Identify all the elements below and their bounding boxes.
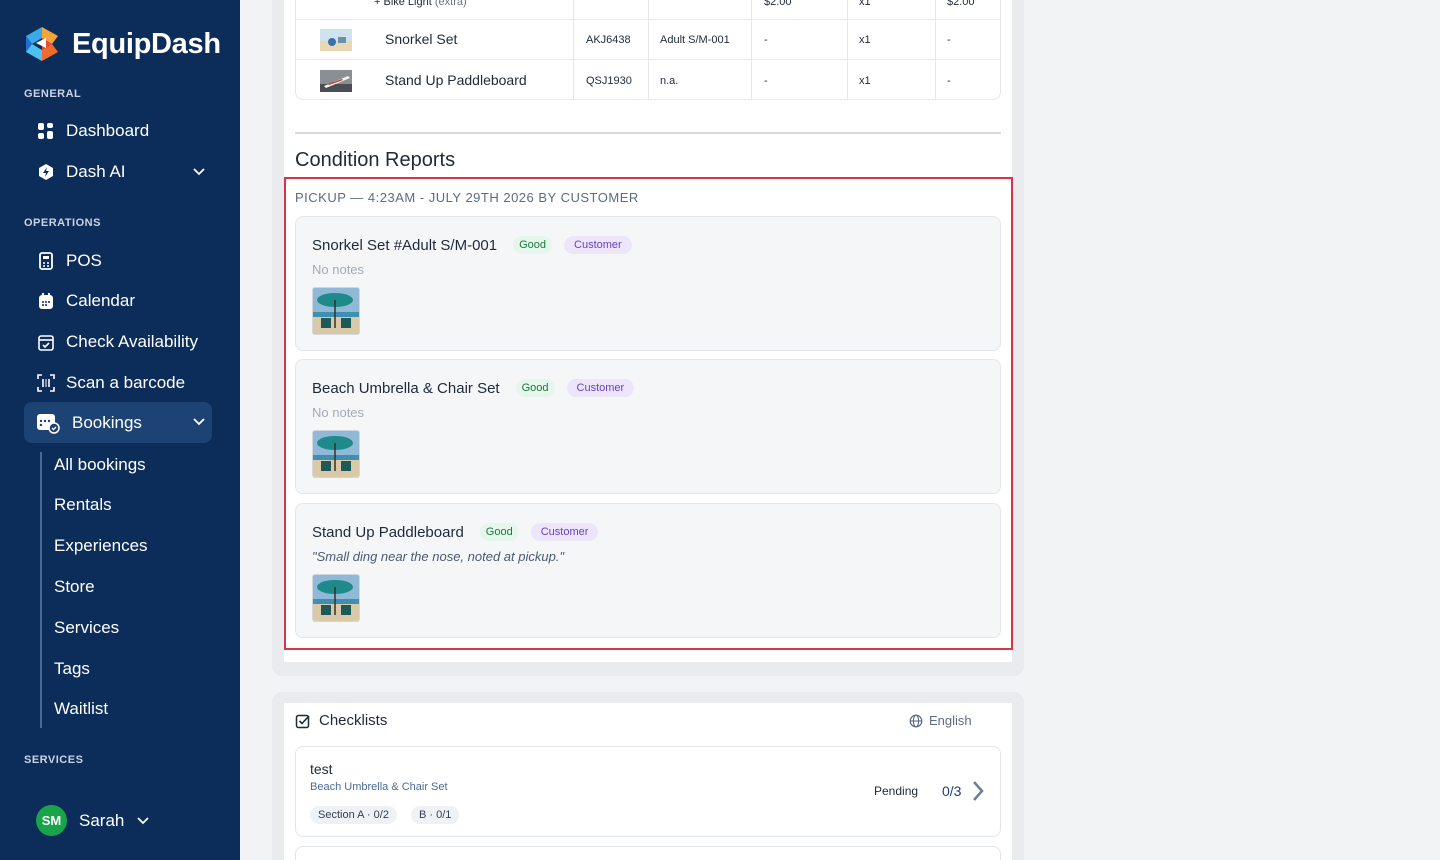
condition-badge: Good bbox=[513, 236, 553, 254]
report-title: Beach Umbrella & Chair Set bbox=[312, 379, 500, 397]
extra-item-qty: x1 bbox=[859, 0, 871, 8]
user-menu[interactable]: SM Sarah bbox=[36, 805, 150, 836]
avatar: SM bbox=[36, 805, 67, 836]
condition-report-card: Stand Up Paddleboard Good Customer "Smal… bbox=[295, 503, 1001, 638]
pos-terminal-icon bbox=[36, 251, 56, 271]
chevron-right-icon[interactable] bbox=[971, 779, 985, 807]
report-title: Snorkel Set #Adult S/M-001 bbox=[312, 236, 498, 254]
item-name: Stand Up Paddleboard bbox=[385, 72, 527, 88]
sub-experiences[interactable]: Experiences bbox=[54, 536, 148, 556]
submenu-line bbox=[40, 452, 42, 728]
condition-badge: Good bbox=[479, 523, 519, 541]
report-title: Stand Up Paddleboard bbox=[312, 523, 464, 541]
barcode-scan-icon bbox=[36, 373, 56, 393]
extra-item-total: $2.00 bbox=[947, 0, 975, 8]
item-code: AKJ6438 bbox=[586, 34, 631, 46]
item-variant: n.a. bbox=[660, 75, 679, 87]
nav-bookings[interactable]: Bookings bbox=[24, 402, 212, 443]
item-price: - bbox=[764, 34, 768, 46]
nav-dash-ai-label: Dash AI bbox=[66, 162, 126, 181]
reporter-badge: Customer bbox=[566, 379, 635, 397]
condition-report-card: Beach Umbrella & Chair Set Good Customer… bbox=[295, 359, 1001, 494]
checklist-section-pill: Section A · 0/2 bbox=[310, 806, 397, 824]
nav-calendar[interactable]: Calendar bbox=[24, 281, 212, 321]
nav-scan-barcode[interactable]: Scan a barcode bbox=[24, 363, 212, 403]
checklist-section-pill: B · 0/1 bbox=[411, 806, 460, 824]
nav-dashboard[interactable]: Dashboard bbox=[24, 111, 212, 151]
paddleboard-thumbnail bbox=[320, 70, 352, 92]
checklist-product: Beach Umbrella & Chair Set bbox=[310, 781, 448, 793]
checklists-title: Checklists bbox=[319, 712, 388, 729]
report-photo[interactable] bbox=[312, 430, 360, 478]
checklist-name: test bbox=[310, 761, 333, 777]
item-name: Snorkel Set bbox=[385, 31, 458, 47]
nav-dashboard-label: Dashboard bbox=[66, 121, 150, 140]
checklist-status: Pending bbox=[874, 784, 919, 798]
sub-tags[interactable]: Tags bbox=[54, 659, 90, 679]
user-name: Sarah bbox=[79, 810, 125, 830]
report-notes: No notes bbox=[312, 262, 365, 277]
report-photo[interactable] bbox=[312, 574, 360, 622]
extra-item-price: $2.00 bbox=[764, 0, 792, 8]
chevron-down-icon[interactable] bbox=[192, 164, 206, 184]
section-general: GENERAL bbox=[24, 88, 82, 100]
item-qty: x1 bbox=[859, 34, 871, 46]
equipdash-logo-icon bbox=[24, 26, 60, 62]
calendar-check-icon bbox=[36, 332, 56, 352]
calendar-icon bbox=[36, 291, 56, 311]
checklist-item[interactable] bbox=[295, 846, 1001, 860]
checklists-header: Checklists bbox=[295, 712, 387, 729]
section-operations: OPERATIONS bbox=[24, 217, 101, 229]
nav-pos-label: POS bbox=[66, 251, 102, 270]
extra-item-name: + Bike Light bbox=[374, 0, 432, 8]
extra-item-tag: (extra) bbox=[434, 0, 467, 8]
report-photo[interactable] bbox=[312, 287, 360, 335]
language-selector[interactable]: English bbox=[909, 713, 972, 728]
checklist-item[interactable]: test Beach Umbrella & Chair Set Section … bbox=[295, 746, 1001, 837]
item-total: - bbox=[947, 75, 951, 87]
globe-icon bbox=[909, 714, 923, 728]
report-notes: "Small ding near the nose, noted at pick… bbox=[312, 549, 565, 564]
report-notes: No notes bbox=[312, 405, 365, 420]
sub-waitlist[interactable]: Waitlist bbox=[54, 699, 108, 719]
section-divider bbox=[295, 132, 1001, 134]
nav-calendar-label: Calendar bbox=[66, 291, 135, 310]
nav-scan-barcode-label: Scan a barcode bbox=[66, 373, 186, 392]
condition-badge: Good bbox=[515, 379, 555, 397]
grid-icon bbox=[36, 121, 56, 141]
nav-bookings-label: Bookings bbox=[72, 412, 142, 432]
snorkel-set-thumbnail bbox=[320, 29, 352, 51]
ai-shield-icon bbox=[36, 162, 56, 182]
item-qty: x1 bbox=[859, 75, 871, 87]
condition-report-card: Snorkel Set #Adult S/M-001 Good Customer… bbox=[295, 216, 1001, 351]
item-total: - bbox=[947, 34, 951, 46]
nav-pos[interactable]: POS bbox=[24, 241, 212, 281]
chevron-down-icon[interactable] bbox=[136, 813, 150, 832]
sub-rentals[interactable]: Rentals bbox=[54, 495, 112, 515]
condition-reports-heading: Condition Reports bbox=[295, 149, 456, 171]
logo[interactable]: EquipDash bbox=[24, 26, 221, 62]
pickup-label: PICKUP — 4:23AM - JULY 29TH 2026 BY CUST… bbox=[295, 190, 639, 205]
checkbox-icon bbox=[295, 713, 311, 729]
item-variant: Adult S/M-001 bbox=[660, 34, 730, 46]
sub-all-bookings[interactable]: All bookings bbox=[54, 455, 146, 475]
reporter-badge: Customer bbox=[530, 523, 599, 541]
nav-check-availability[interactable]: Check Availability bbox=[24, 322, 212, 362]
sidebar: EquipDash GENERAL Dashboard Dash AI OPER… bbox=[0, 0, 240, 860]
items-table: + Bike Light (extra) $2.00 x1 $2.00 Snor… bbox=[295, 0, 1001, 100]
checklist-progress: 0/3 bbox=[942, 783, 962, 799]
chevron-down-icon[interactable] bbox=[192, 414, 206, 434]
bookings-calendar-icon bbox=[36, 413, 60, 434]
language-label: English bbox=[929, 713, 972, 728]
reporter-badge: Customer bbox=[564, 236, 632, 254]
nav-check-availability-label: Check Availability bbox=[66, 332, 198, 351]
item-price: - bbox=[764, 75, 768, 87]
app-name: EquipDash bbox=[72, 27, 221, 60]
sub-services[interactable]: Services bbox=[54, 618, 119, 638]
nav-dash-ai[interactable]: Dash AI bbox=[24, 152, 212, 192]
section-services: SERVICES bbox=[24, 754, 84, 766]
item-code: QSJ1930 bbox=[586, 75, 632, 87]
sub-store[interactable]: Store bbox=[54, 577, 95, 597]
